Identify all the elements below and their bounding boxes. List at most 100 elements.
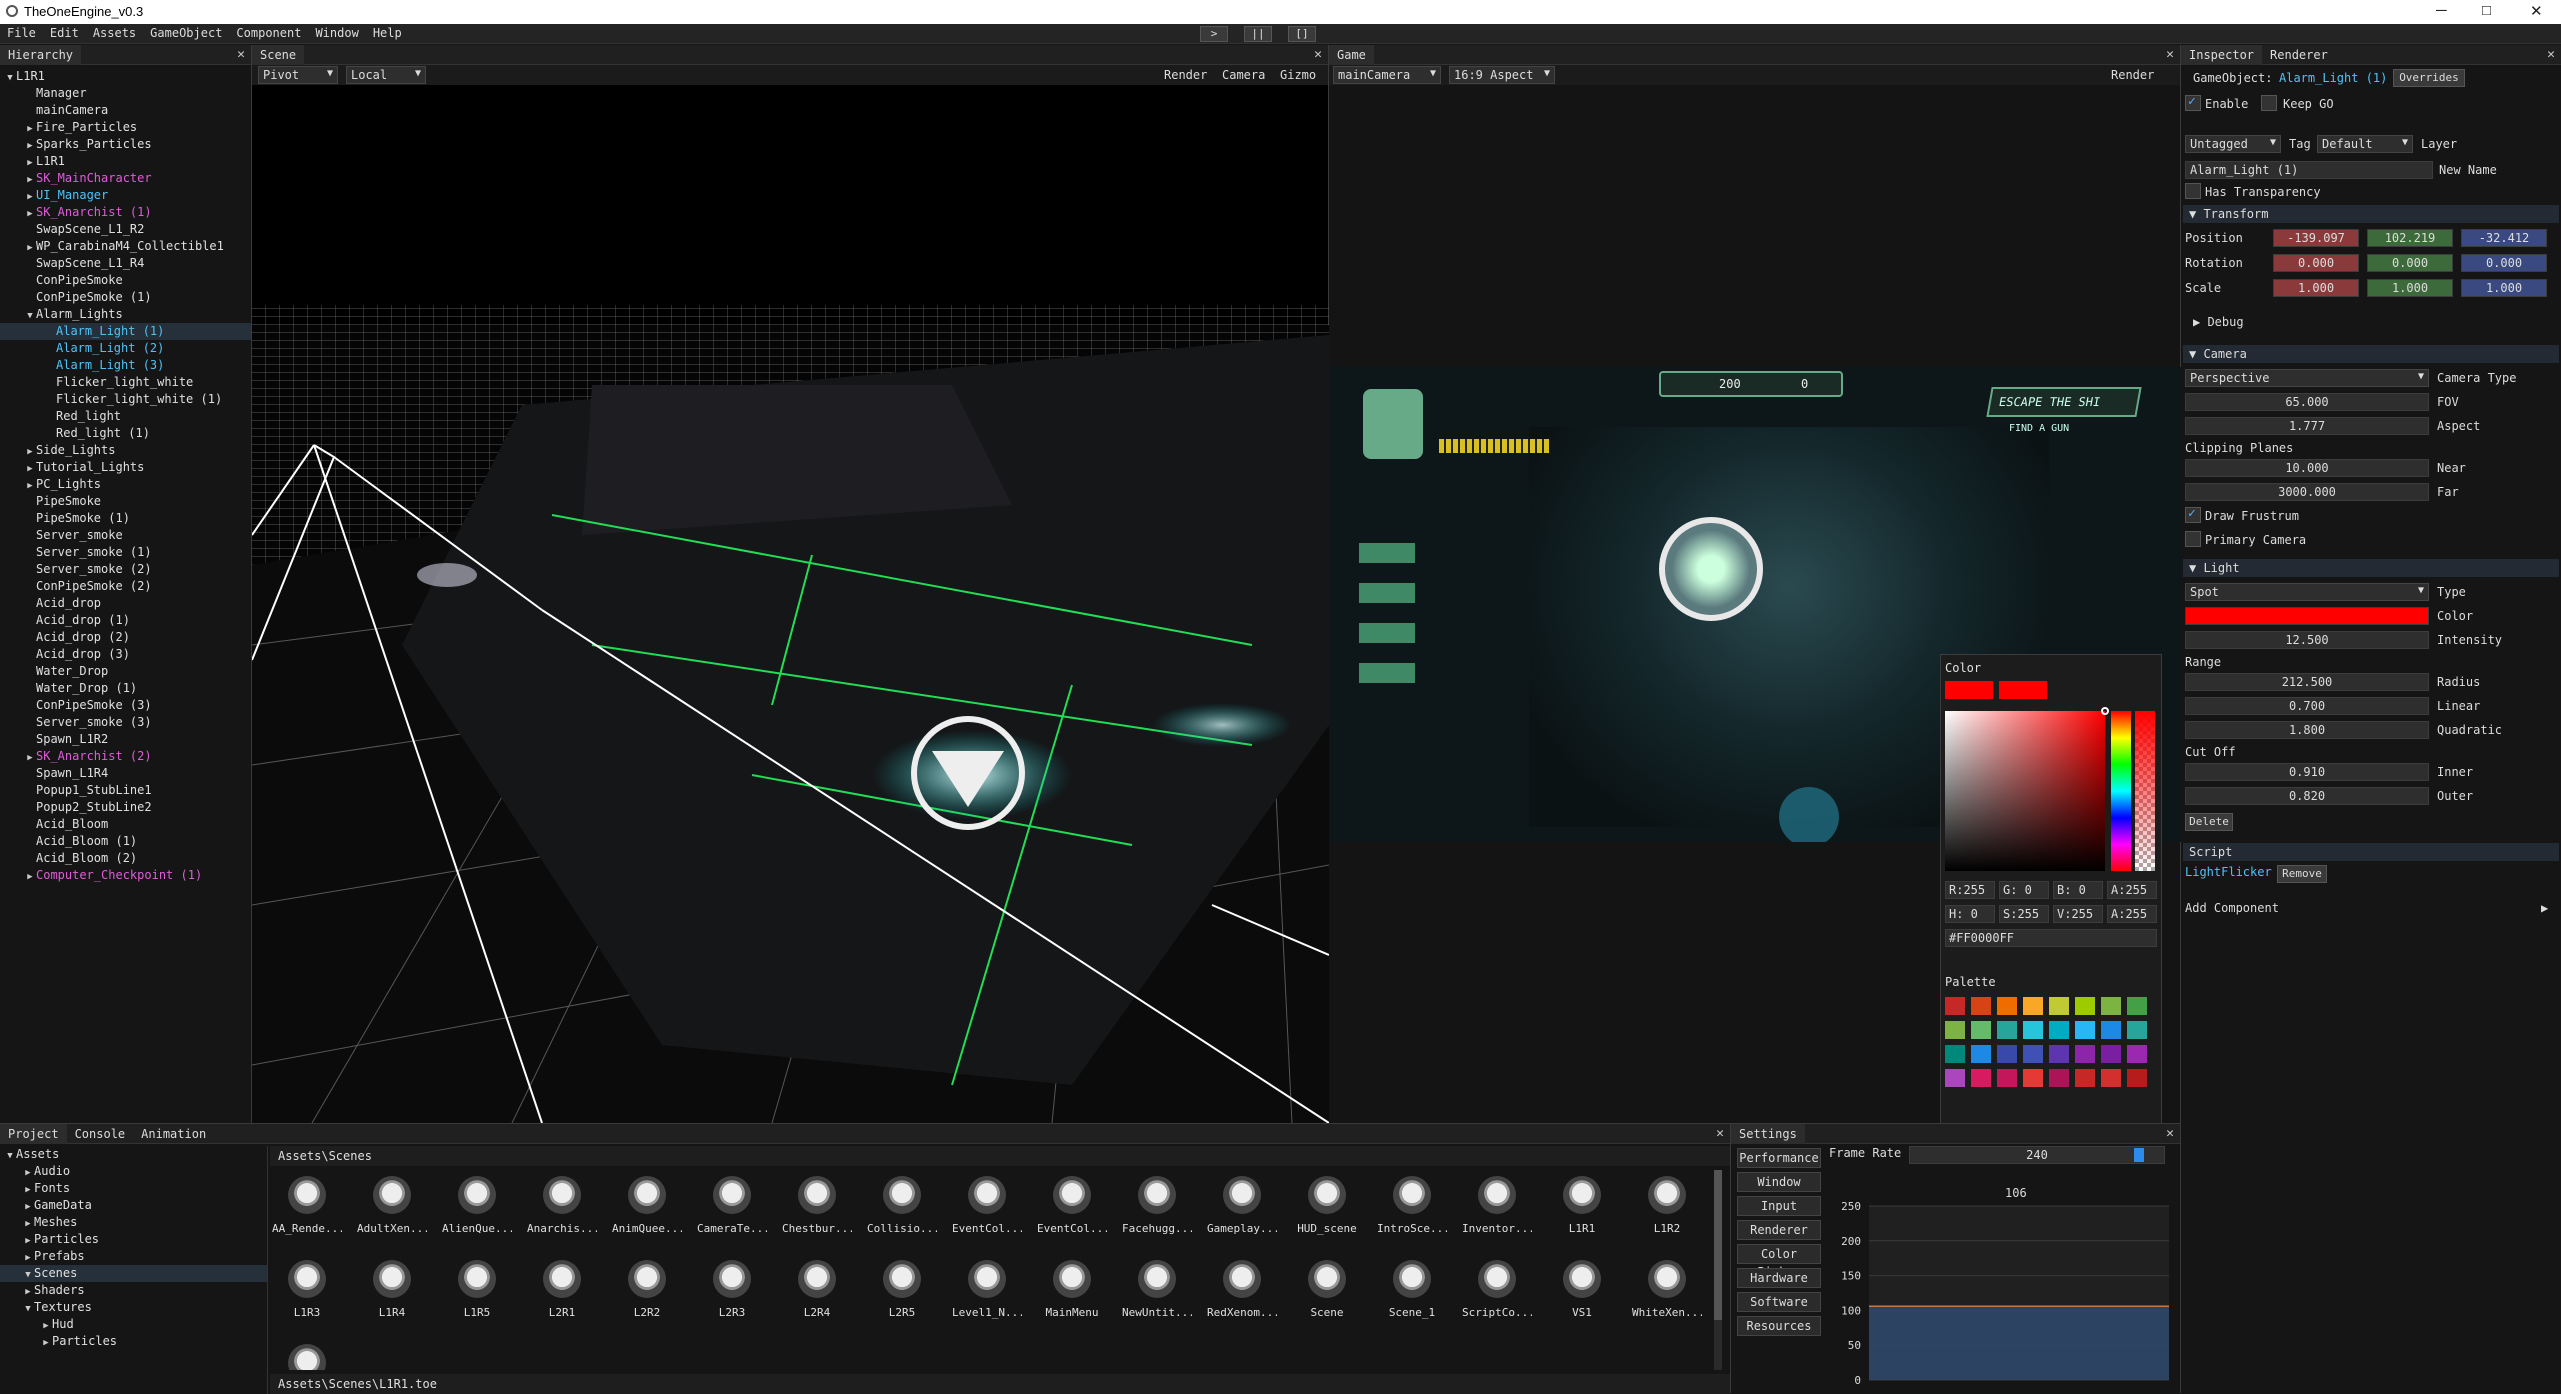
close-icon[interactable]: ✕	[237, 47, 245, 62]
position-z[interactable]: -32.412	[2461, 229, 2547, 247]
inner-slider[interactable]: 0.910	[2185, 763, 2429, 781]
palette-swatch[interactable]	[2049, 1069, 2069, 1087]
close-icon[interactable]: ✕	[1716, 1126, 1724, 1141]
palette-swatch[interactable]	[2075, 1069, 2095, 1087]
palette-swatch[interactable]	[2023, 1045, 2043, 1063]
hierarchy-item[interactable]: Water_Drop	[0, 663, 251, 680]
aspect-slider[interactable]: 1.777	[2185, 417, 2429, 435]
name-input[interactable]: Alarm_Light (1)	[2185, 161, 2433, 179]
hierarchy-item[interactable]: ConPipeSmoke (2)	[0, 578, 251, 595]
hierarchy-item[interactable]: Popup2_StubLine2	[0, 799, 251, 816]
asset-item[interactable]: Gameplay...	[1207, 1176, 1277, 1235]
asset-item[interactable]: NewUntit...	[1122, 1260, 1192, 1319]
hierarchy-item[interactable]: Acid_drop (2)	[0, 629, 251, 646]
tab-project[interactable]: Project	[0, 1124, 67, 1144]
chevron-right-icon[interactable]: ▶	[2541, 901, 2548, 915]
enable-checkbox[interactable]	[2185, 94, 2201, 111]
pivot-dropdown[interactable]: Pivot ▼	[258, 66, 338, 84]
asset-item[interactable]: EventCol...	[1037, 1176, 1107, 1235]
settings-window-button[interactable]: Window	[1737, 1172, 1821, 1192]
hierarchy-item[interactable]: ▶ Side_Lights	[0, 442, 251, 459]
asset-item[interactable]: Scene	[1292, 1260, 1362, 1319]
draw-frustum-checkbox[interactable]	[2185, 506, 2201, 523]
palette-swatch[interactable]	[1971, 1021, 1991, 1039]
hierarchy-item[interactable]: Popup1_StubLine1	[0, 782, 251, 799]
menu-assets[interactable]: Assets	[86, 24, 143, 42]
asset-item[interactable]: L1R2	[1632, 1176, 1702, 1235]
blue-field[interactable]: B: 0	[2053, 881, 2103, 899]
close-window-button[interactable]: ✕	[2530, 2, 2543, 20]
palette-swatch[interactable]	[2023, 1069, 2043, 1087]
hierarchy-item[interactable]: PipeSmoke (1)	[0, 510, 251, 527]
expand-down-icon[interactable]: ▼	[4, 70, 16, 87]
near-slider[interactable]: 10.000	[2185, 459, 2429, 477]
saturation-field[interactable]: S:255	[1999, 905, 2049, 923]
palette-swatch[interactable]	[2049, 1045, 2069, 1063]
asset-item[interactable]: MainMenu	[1037, 1260, 1107, 1319]
hierarchy-item[interactable]: ▶ Tutorial_Lights	[0, 459, 251, 476]
asset-item[interactable]: AA_Rende...	[272, 1176, 342, 1235]
far-slider[interactable]: 3000.000	[2185, 483, 2429, 501]
hierarchy-item[interactable]: Acid_drop (3)	[0, 646, 251, 663]
asset-item[interactable]: WhiteXen...	[1632, 1260, 1702, 1319]
position-x[interactable]: -139.097	[2273, 229, 2359, 247]
expand-right-icon[interactable]: ▶	[40, 1335, 52, 1352]
tab-console[interactable]: Console	[67, 1124, 134, 1144]
game-render-menu[interactable]: Render	[2111, 68, 2154, 82]
value-field[interactable]: V:255	[2053, 905, 2103, 923]
position-y[interactable]: 102.219	[2367, 229, 2453, 247]
folder-item[interactable]: ▼ Scenes	[0, 1265, 267, 1282]
menu-component[interactable]: Component	[229, 24, 308, 42]
rotation-z[interactable]: 0.000	[2461, 254, 2547, 272]
hue-slider[interactable]	[2111, 711, 2131, 871]
scale-x[interactable]: 1.000	[2273, 279, 2359, 297]
asset-item[interactable]: Anarchis...	[527, 1176, 597, 1235]
primary-camera-checkbox[interactable]	[2185, 531, 2201, 547]
hierarchy-item[interactable]: Flicker_light_white (1)	[0, 391, 251, 408]
folder-item[interactable]: ▶ Particles	[0, 1231, 267, 1248]
hierarchy-item[interactable]: Alarm_Light (1)	[0, 323, 251, 340]
folder-item[interactable]: ▶ Audio	[0, 1163, 267, 1180]
rotation-x[interactable]: 0.000	[2273, 254, 2359, 272]
remove-script-button[interactable]: Remove	[2277, 865, 2327, 883]
palette-swatch[interactable]	[2023, 1021, 2043, 1039]
asset-item[interactable]: EventCol...	[952, 1176, 1022, 1235]
pause-button[interactable]: ||	[1244, 26, 1272, 42]
palette-swatch[interactable]	[2127, 1069, 2147, 1087]
hierarchy-item[interactable]: ▶ SK_MainCharacter	[0, 170, 251, 187]
palette-swatch[interactable]	[2101, 1045, 2121, 1063]
folder-item[interactable]: ▶ Shaders	[0, 1282, 267, 1299]
asset-item[interactable]: L2R4	[782, 1260, 852, 1319]
hierarchy-item[interactable]: ConPipeSmoke (1)	[0, 289, 251, 306]
hierarchy-item[interactable]: Flicker_light_white	[0, 374, 251, 391]
hierarchy-item[interactable]: Acid_Bloom (1)	[0, 833, 251, 850]
folder-item[interactable]: ▼ Textures	[0, 1299, 267, 1316]
stop-button[interactable]: []	[1288, 26, 1316, 42]
menu-gameobject[interactable]: GameObject	[143, 24, 229, 42]
maximize-button[interactable]: □	[2482, 2, 2491, 19]
alpha-slider[interactable]	[2135, 711, 2155, 871]
hierarchy-item[interactable]: ▼ Alarm_Lights	[0, 306, 251, 323]
settings-color-picker-button[interactable]: Color Picker	[1737, 1244, 1821, 1279]
aspect-dropdown[interactable]: 16:9 Aspect ▼	[1449, 66, 1555, 84]
asset-item[interactable]: L1R4	[357, 1260, 427, 1319]
settings-performance-button[interactable]: Performance	[1737, 1148, 1821, 1168]
delete-light-button[interactable]: Delete	[2185, 813, 2233, 831]
asset-item[interactable]: AlienQue...	[442, 1176, 512, 1235]
asset-item[interactable]: Level1_N...	[952, 1260, 1022, 1319]
menu-window[interactable]: Window	[308, 24, 365, 42]
red-field[interactable]: R:255	[1945, 881, 1995, 899]
hierarchy-item[interactable]: Acid_drop (1)	[0, 612, 251, 629]
menu-edit[interactable]: Edit	[43, 24, 86, 42]
picker-cursor[interactable]	[2101, 707, 2109, 715]
tab-renderer[interactable]: Renderer	[2262, 45, 2336, 65]
asset-item[interactable]: Chestbur...	[782, 1176, 852, 1235]
expand-down-icon[interactable]: ▼	[22, 1301, 34, 1318]
palette-swatch[interactable]	[2023, 997, 2043, 1015]
intensity-slider[interactable]: 12.500	[2185, 631, 2429, 649]
hierarchy-item[interactable]: Manager	[0, 85, 251, 102]
debug-tree[interactable]: ▶ Debug	[2193, 315, 2244, 329]
fov-slider[interactable]: 65.000	[2185, 393, 2429, 411]
asset-item[interactable]: CameraTe...	[697, 1176, 767, 1235]
minimize-button[interactable]: ─	[2436, 2, 2447, 19]
